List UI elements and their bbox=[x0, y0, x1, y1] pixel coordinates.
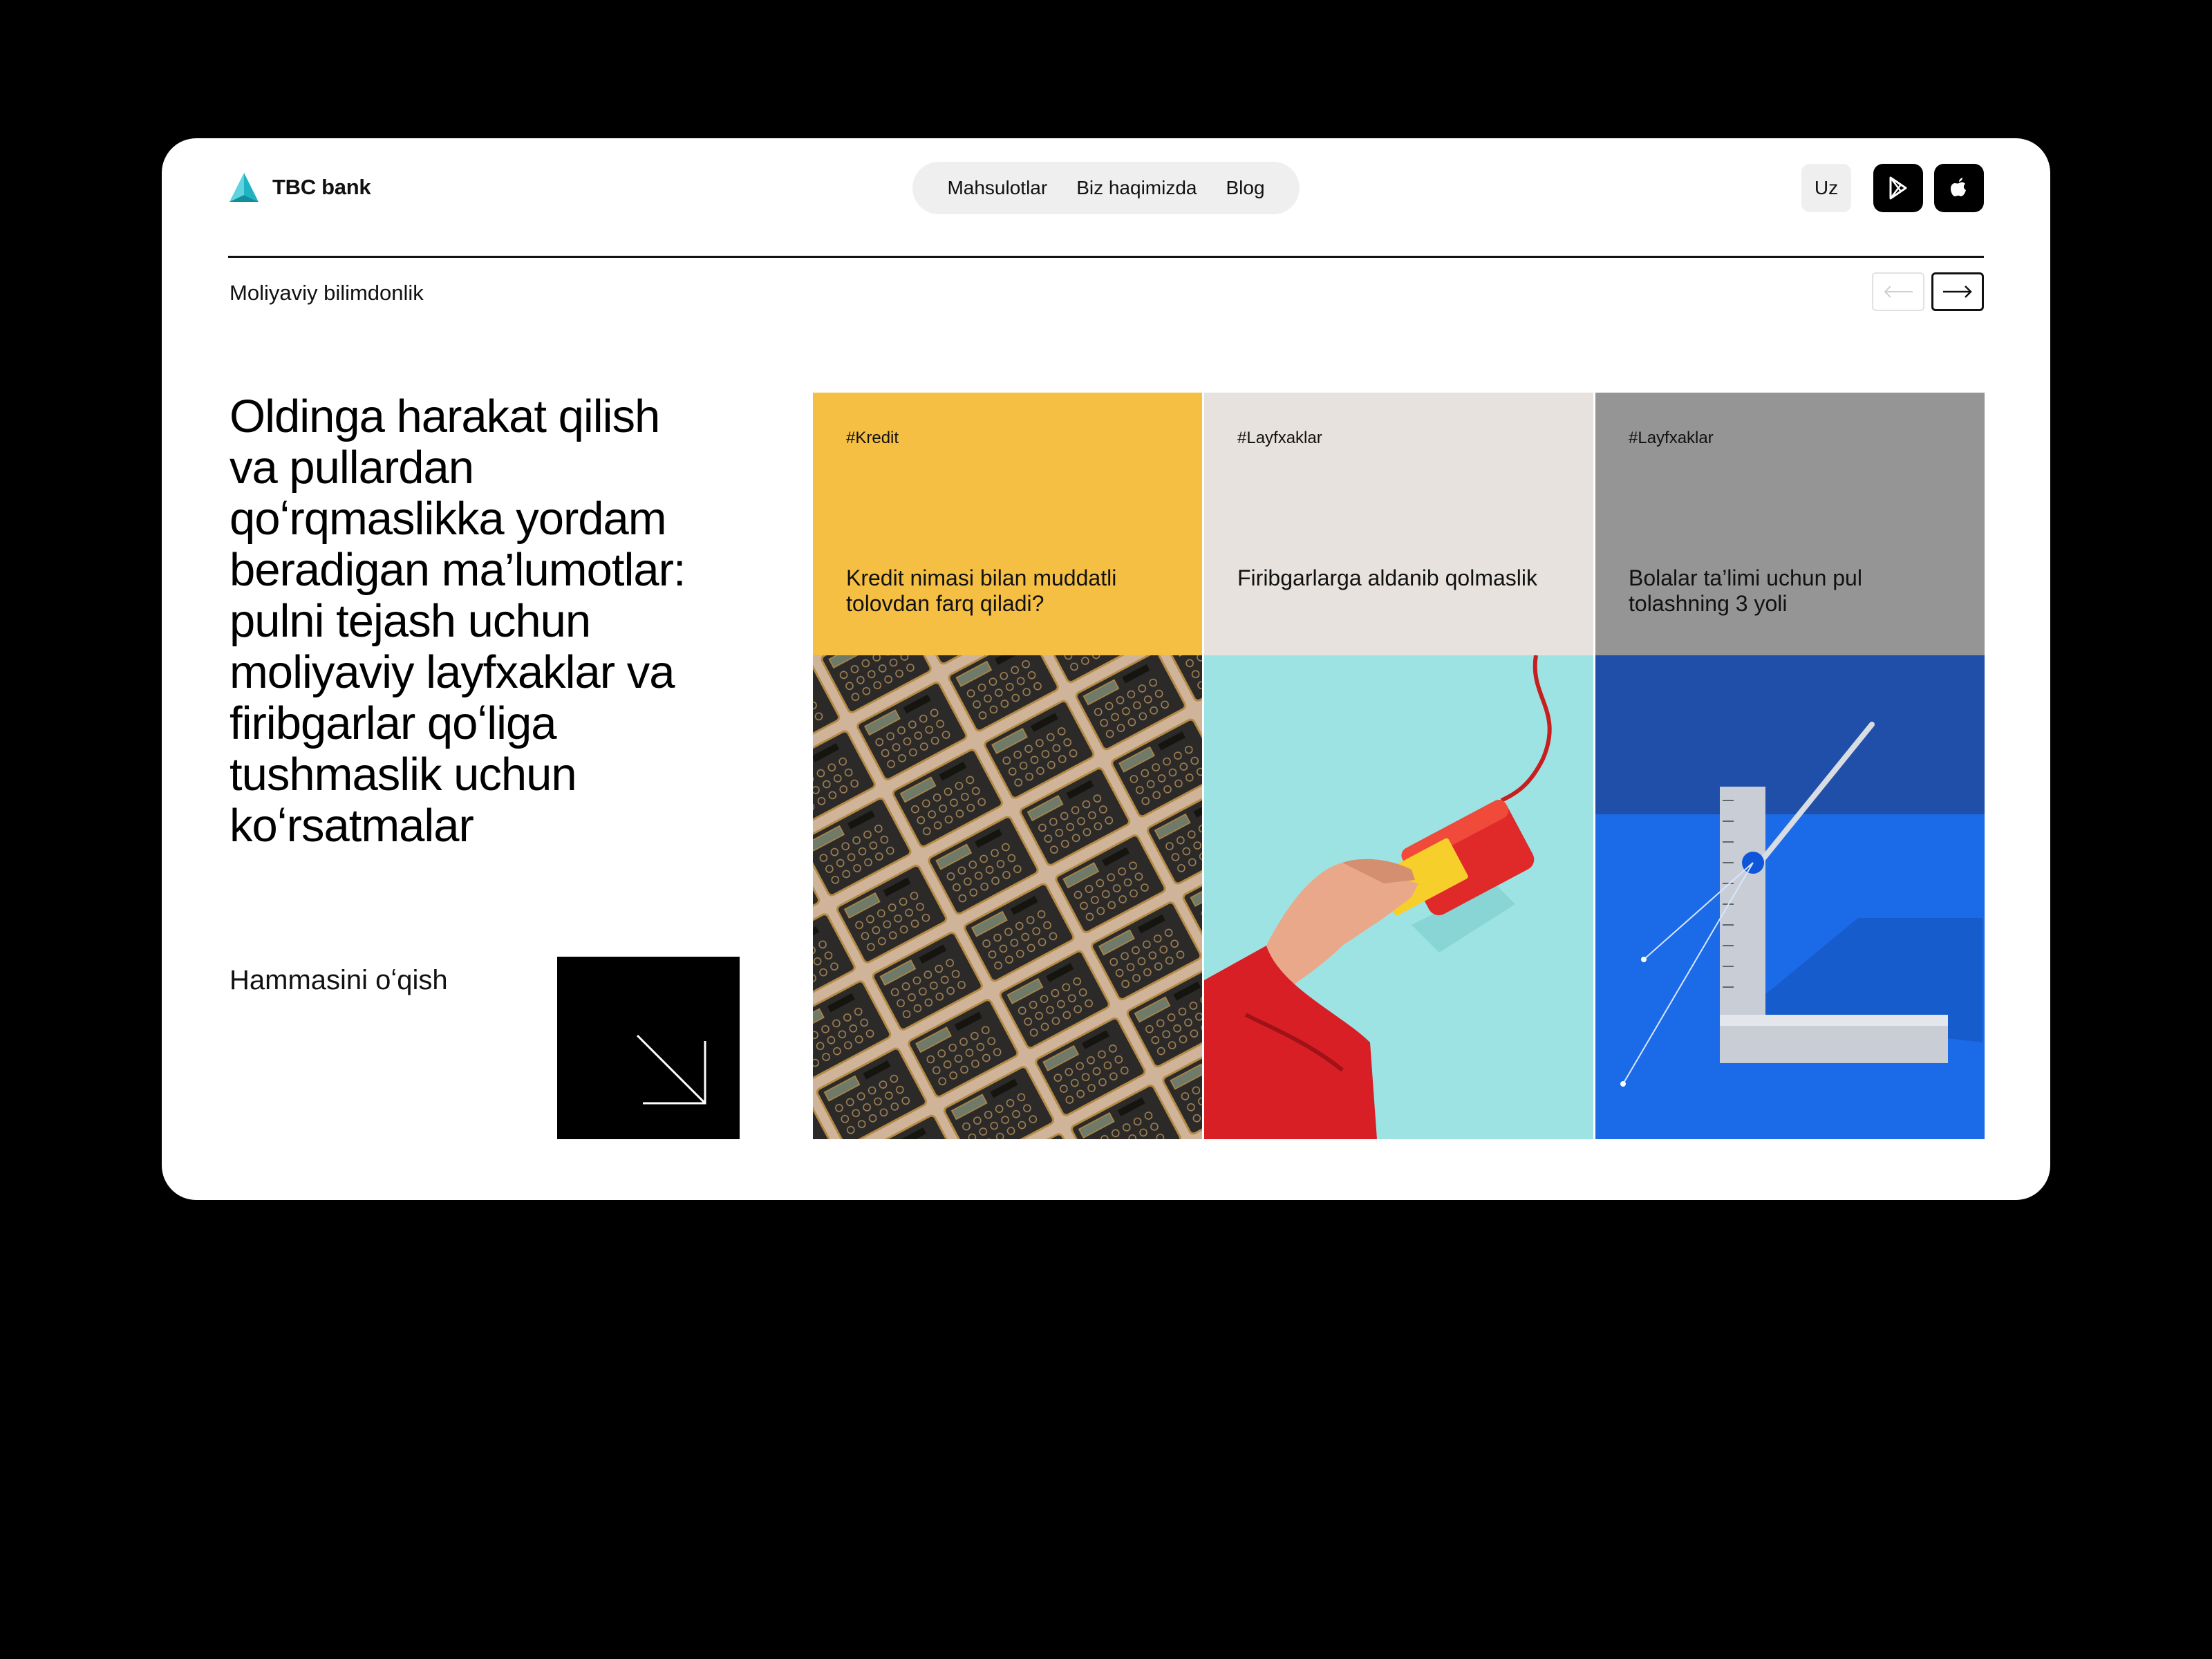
play-store-icon bbox=[1889, 176, 1907, 200]
header-divider bbox=[228, 256, 1984, 258]
arrow-down-right-icon bbox=[636, 1034, 706, 1105]
calculators-image bbox=[813, 655, 1202, 1139]
card-tag[interactable]: #Kredit bbox=[846, 429, 899, 448]
apple-icon bbox=[1951, 178, 1966, 196]
card-header: #Layfxaklar Bolalar ta’limi uchun pul to… bbox=[1595, 393, 1985, 655]
card-tag[interactable]: #Layfxaklar bbox=[1237, 429, 1322, 448]
hand-card-reader-image bbox=[1204, 655, 1593, 1139]
arrow-right-icon bbox=[1943, 285, 1972, 298]
browser-window: TBC bank Mahsulotlar Biz haqimizda Blog … bbox=[162, 138, 2050, 1200]
card-title[interactable]: Bolalar ta’limi uchun pul tolashning 3 y… bbox=[1629, 565, 1933, 617]
logo[interactable]: TBC bank bbox=[228, 171, 371, 203]
brand-name: TBC bank bbox=[272, 175, 371, 199]
card-header: #Kredit Kredit nimasi bilan muddatli tol… bbox=[813, 393, 1202, 655]
card-header: #Layfxaklar Firibgarlarga aldanib qolmas… bbox=[1204, 393, 1593, 655]
card-title[interactable]: Kredit nimasi bilan muddatli tolovdan fa… bbox=[846, 565, 1150, 617]
nav-item-about[interactable]: Biz haqimizda bbox=[1076, 177, 1197, 199]
article-card-education[interactable]: #Layfxaklar Bolalar ta’limi uchun pul to… bbox=[1595, 393, 1985, 1139]
ruler-pen-image bbox=[1595, 655, 1985, 1139]
arrow-left-icon bbox=[1884, 285, 1913, 298]
carousel-prev-button[interactable] bbox=[1872, 272, 1924, 311]
card-tag[interactable]: #Layfxaklar bbox=[1629, 429, 1714, 448]
hero-headline: Oldinga harakat qilish va pullardan qoʻr… bbox=[229, 391, 686, 852]
nav-item-products[interactable]: Mahsulotlar bbox=[947, 177, 1047, 199]
app-store-button[interactable] bbox=[1934, 164, 1984, 212]
main-nav: Mahsulotlar Biz haqimizda Blog bbox=[912, 162, 1300, 214]
read-all-button[interactable] bbox=[557, 957, 740, 1139]
section-title: Moliyaviy bilimdonlik bbox=[229, 281, 424, 305]
google-play-button[interactable] bbox=[1873, 164, 1923, 212]
article-card-fraud[interactable]: #Layfxaklar Firibgarlarga aldanib qolmas… bbox=[1204, 393, 1593, 1139]
language-button[interactable]: Uz bbox=[1801, 164, 1851, 212]
carousel-next-button[interactable] bbox=[1931, 272, 1984, 311]
card-title[interactable]: Firibgarlarga aldanib qolmaslik bbox=[1237, 565, 1541, 591]
tbc-logo-icon bbox=[229, 173, 259, 202]
read-all-link[interactable]: Hammasini oʻqish bbox=[229, 965, 448, 996]
nav-item-blog[interactable]: Blog bbox=[1226, 177, 1265, 199]
article-card-credit[interactable]: #Kredit Kredit nimasi bilan muddatli tol… bbox=[813, 393, 1202, 1139]
